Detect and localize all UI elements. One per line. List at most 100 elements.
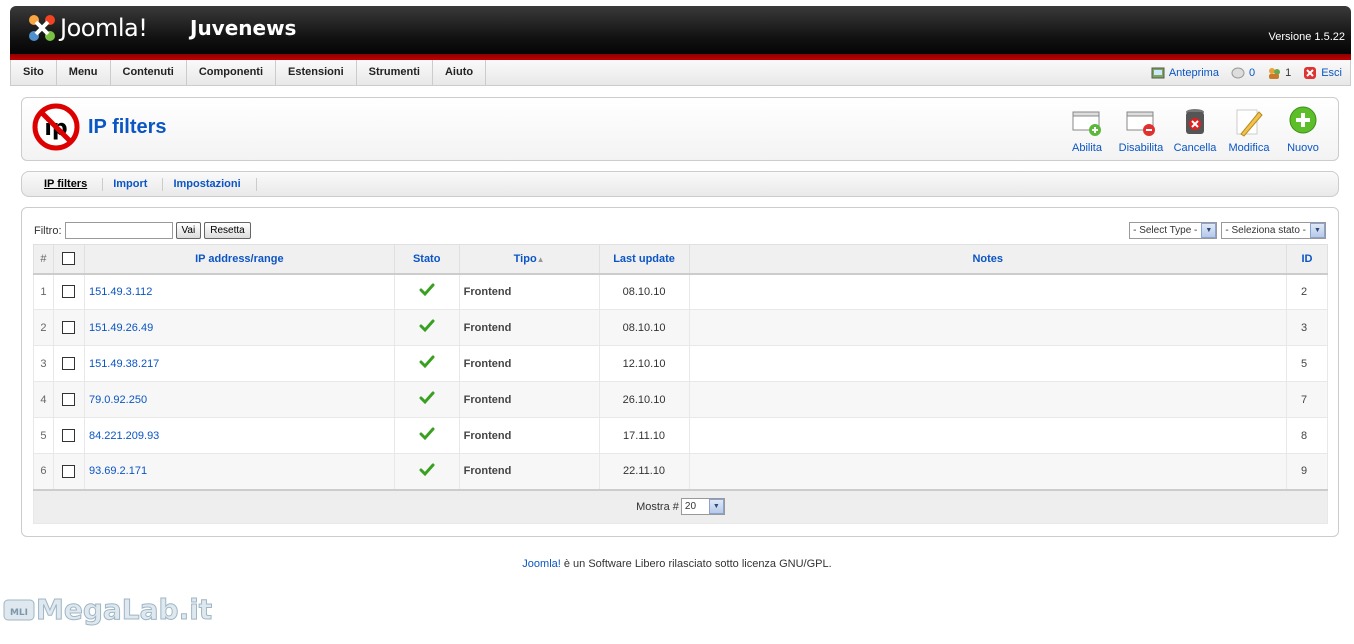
pagination: Mostra # 20 ▼ <box>636 498 725 516</box>
col-state[interactable]: Stato <box>393 244 460 275</box>
page-title: IP filters <box>88 116 167 138</box>
published-check-icon[interactable] <box>419 283 435 297</box>
toolbar: Abilita Disabilita Cancella Modifica Nuo… <box>1060 106 1330 154</box>
row-number: 3 <box>33 345 54 382</box>
pagination-row: Mostra # 20 ▼ <box>33 488 1328 524</box>
filter-input[interactable] <box>64 222 173 239</box>
published-check-icon[interactable] <box>419 319 435 333</box>
megalab-watermark: MLI MegaLab.it <box>2 592 213 626</box>
table-row[interactable]: 6 93.69.2.171 Frontend 22.11.10 9 <box>33 453 1329 490</box>
preview-link[interactable]: Anteprima <box>1151 66 1219 80</box>
limit-label: Mostra # <box>636 500 679 513</box>
disable-button[interactable]: Disabilita <box>1114 106 1168 154</box>
ip-link[interactable]: 79.0.92.250 <box>89 394 147 406</box>
row-checkbox[interactable] <box>62 393 76 406</box>
updated-cell: 17.11.10 <box>598 417 690 454</box>
type-select[interactable]: - Select Type - ▼ <box>1129 222 1218 239</box>
svg-text:MLI: MLI <box>10 608 28 618</box>
submenu-impostazioni[interactable]: Impostazioni <box>163 177 257 191</box>
ip-cell: 151.49.26.49 <box>83 309 395 346</box>
published-check-icon[interactable] <box>419 427 435 441</box>
row-checkbox[interactable] <box>62 429 76 442</box>
footer: Joomla! è un Software Libero rilasciato … <box>0 558 1354 570</box>
table-row[interactable]: 1 151.49.3.112 Frontend 08.10.10 2 <box>33 273 1329 310</box>
ip-cell: 151.49.3.112 <box>83 273 395 310</box>
go-button[interactable]: Vai <box>175 222 202 239</box>
notes-cell <box>688 453 1287 490</box>
published-check-icon[interactable] <box>419 391 435 405</box>
ip-cell: 84.221.209.93 <box>83 417 395 454</box>
limit-select[interactable]: 20 ▼ <box>680 498 725 516</box>
messages-count[interactable]: 0 <box>1231 66 1255 80</box>
id-cell: 2 <box>1285 273 1329 310</box>
updated-cell: 22.11.10 <box>598 453 690 490</box>
ip-link[interactable]: 151.49.38.217 <box>89 358 159 370</box>
col-updated[interactable]: Last update <box>598 244 690 275</box>
new-button[interactable]: Nuovo <box>1276 106 1330 154</box>
row-select-cell <box>52 453 85 490</box>
type-cell: Frontend <box>458 273 600 310</box>
state-select-value: - Seleziona stato - <box>1225 225 1306 236</box>
row-checkbox[interactable] <box>62 464 76 478</box>
state-select[interactable]: - Seleziona stato - ▼ <box>1221 222 1326 239</box>
row-number: 6 <box>33 453 54 490</box>
table-header-row: # IP address/range Stato Tipo▲ Last upda… <box>33 244 1329 275</box>
submenu-ip-filters[interactable]: IP filters <box>34 177 104 191</box>
pencil-icon <box>1236 109 1263 137</box>
edit-button[interactable]: Modifica <box>1222 106 1276 154</box>
row-select-cell <box>52 309 85 346</box>
disable-icon <box>1126 111 1155 136</box>
row-checkbox[interactable] <box>62 357 76 370</box>
reset-button[interactable]: Resetta <box>204 222 251 239</box>
ip-link[interactable]: 151.49.26.49 <box>89 322 153 334</box>
toolbar-box: ip IP filters Abilita Disabilita Cancell… <box>21 97 1339 161</box>
col-notes[interactable]: Notes <box>688 244 1287 275</box>
menu-estensioni[interactable]: Estensioni <box>276 60 357 85</box>
chevron-down-icon: ▼ <box>1201 223 1217 238</box>
row-checkbox[interactable] <box>62 285 76 299</box>
sort-asc-icon: ▲ <box>536 254 545 264</box>
col-type[interactable]: Tipo▲ <box>458 244 600 275</box>
delete-button[interactable]: Cancella <box>1168 106 1222 154</box>
row-number: 4 <box>33 381 54 418</box>
delete-label: Cancella <box>1173 142 1217 154</box>
menu-contenuti[interactable]: Contenuti <box>111 60 187 85</box>
megalab-logo-icon: MLI <box>3 599 35 621</box>
col-ip[interactable]: IP address/range <box>83 244 395 275</box>
check-all-checkbox[interactable] <box>62 252 76 266</box>
table-row[interactable]: 4 79.0.92.250 Frontend 26.10.10 7 <box>33 381 1329 418</box>
id-cell: 9 <box>1285 453 1329 490</box>
ip-link[interactable]: 93.69.2.171 <box>89 465 147 477</box>
pagination-cell: Mostra # 20 ▼ <box>33 488 1328 524</box>
submenu-import[interactable]: Import <box>103 177 164 191</box>
disable-label: Disabilita <box>1118 142 1164 154</box>
published-check-icon[interactable] <box>419 463 435 477</box>
state-cell <box>393 309 460 346</box>
admin-header: Joomla! Juvenews Versione 1.5.22 <box>10 6 1351 60</box>
ip-link[interactable]: 84.221.209.93 <box>89 430 159 442</box>
table-row[interactable]: 5 84.221.209.93 Frontend 17.11.10 8 <box>33 417 1329 454</box>
ip-cell: 79.0.92.250 <box>83 381 395 418</box>
enable-button[interactable]: Abilita <box>1060 106 1114 154</box>
ip-cell: 93.69.2.171 <box>83 453 395 490</box>
table-row[interactable]: 3 151.49.38.217 Frontend 12.10.10 5 <box>33 345 1329 382</box>
menu-componenti[interactable]: Componenti <box>187 60 277 85</box>
row-checkbox[interactable] <box>62 321 76 334</box>
row-select-cell <box>52 381 85 418</box>
ip-link[interactable]: 151.49.3.112 <box>89 286 152 298</box>
joomla-footer-link[interactable]: Joomla! <box>522 558 561 570</box>
state-cell <box>393 453 460 490</box>
menu-aiuto[interactable]: Aiuto <box>433 60 487 85</box>
ip-filter-icon: ip <box>32 103 80 151</box>
footer-text: è un Software Libero rilasciato sotto li… <box>560 558 832 570</box>
menu-menu[interactable]: Menu <box>57 60 111 85</box>
main-menu-bar: Sito Menu Contenuti Componenti Estension… <box>10 60 1351 86</box>
chevron-down-icon: ▼ <box>708 499 724 515</box>
col-id[interactable]: ID <box>1285 244 1329 275</box>
filter-row: Filtro: Vai Resetta <box>34 222 251 239</box>
table-row[interactable]: 2 151.49.26.49 Frontend 08.10.10 3 <box>33 309 1329 346</box>
menu-sito[interactable]: Sito <box>11 60 57 85</box>
logout-link[interactable]: Esci <box>1303 66 1342 80</box>
menu-strumenti[interactable]: Strumenti <box>357 60 433 85</box>
published-check-icon[interactable] <box>419 355 435 369</box>
